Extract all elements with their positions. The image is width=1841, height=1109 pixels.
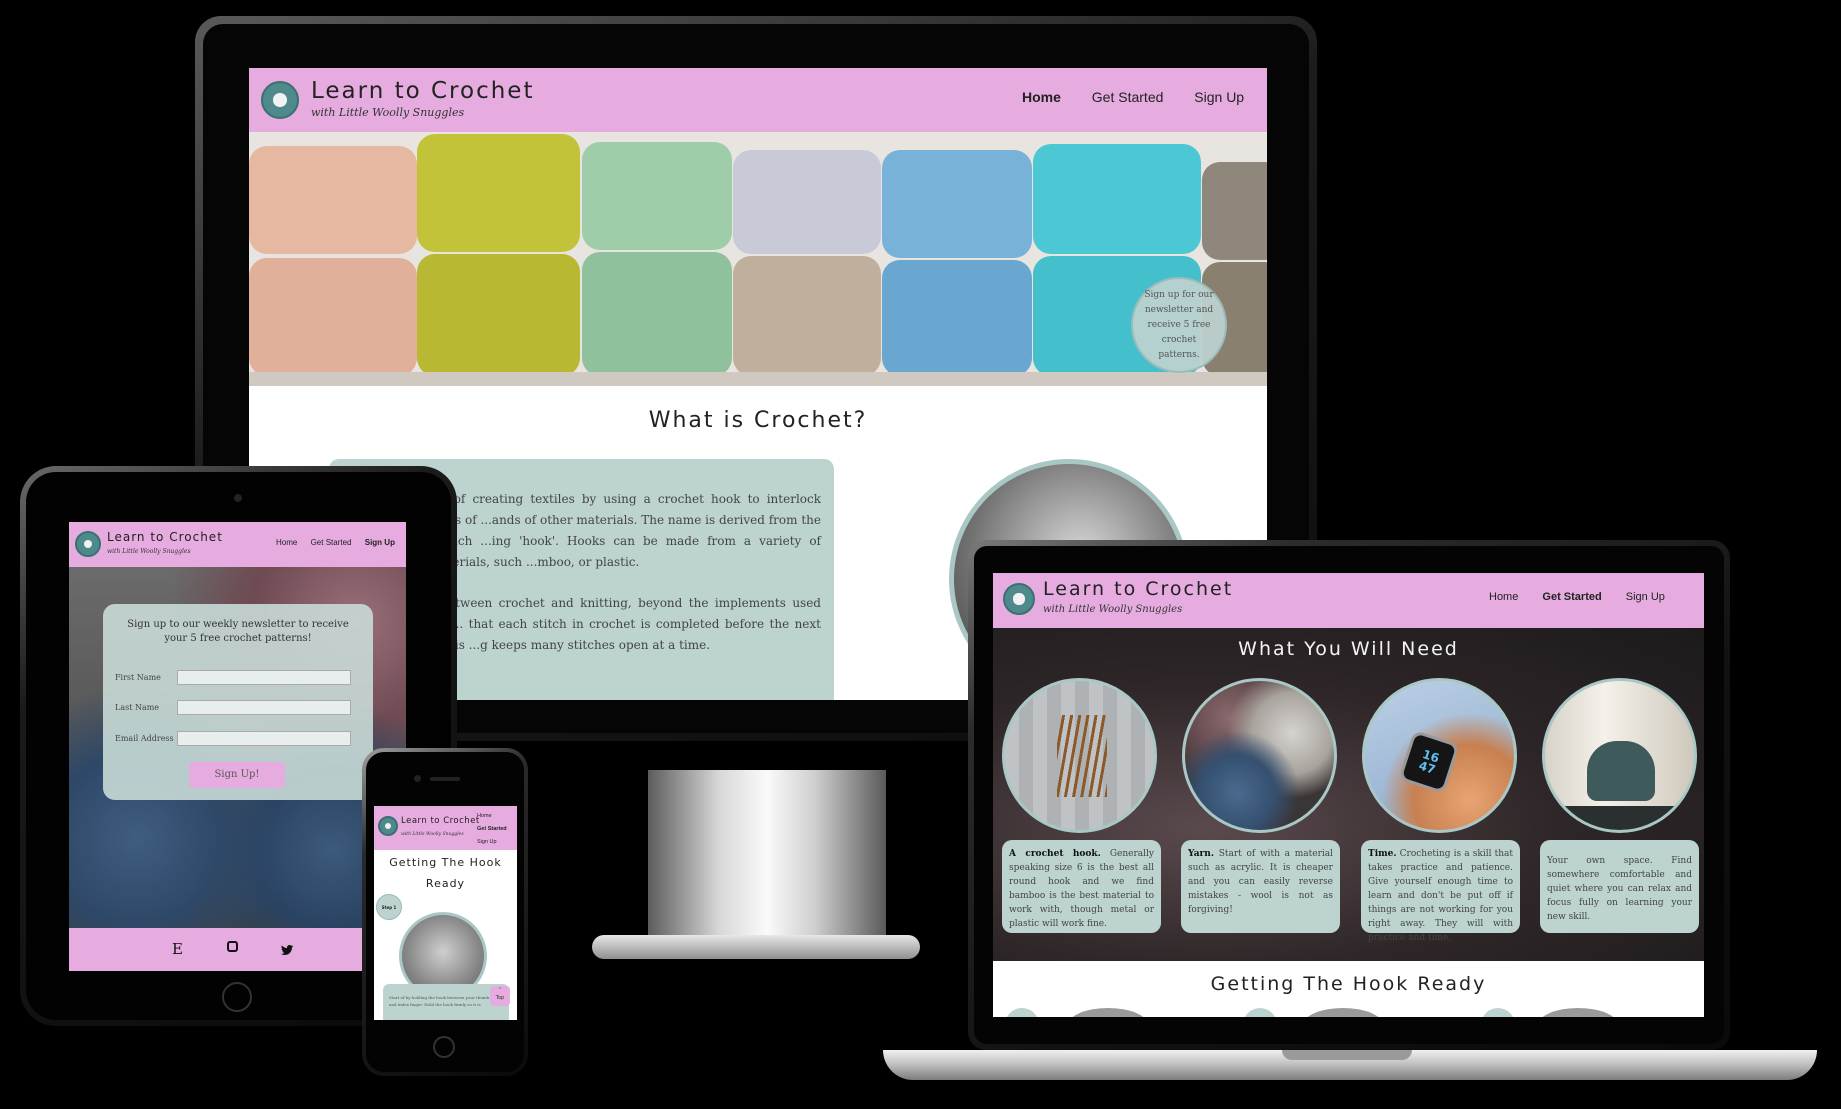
tablet-email-label: Email Address — [115, 734, 174, 743]
tablet-signup-button[interactable]: Sign Up! — [189, 762, 285, 788]
phone-nav-get-started[interactable]: Get Started — [477, 823, 507, 836]
need-card-space-text: Your own space. Find somewhere comfortab… — [1547, 856, 1692, 922]
laptop-needs-section: What You Will Need 16 47 A crochet hook.… — [993, 628, 1704, 961]
phone-screen: Learn to Crochet with Little Woolly Snug… — [374, 806, 517, 1020]
need-card-yarn-bold: Yarn. — [1188, 849, 1214, 859]
laptop-step-image-partial — [1068, 1008, 1148, 1017]
monitor-stand-neck — [648, 770, 886, 950]
phone-home-button[interactable] — [433, 1036, 455, 1058]
brand-subtitle: with Little Woolly Snuggles — [311, 106, 465, 119]
phone-step-label: Step 1 — [381, 904, 397, 910]
tablet-sheep-logo-icon[interactable] — [75, 531, 101, 557]
need-card-time: Time. Crocheting is a skill that takes p… — [1361, 840, 1520, 943]
phone-step-text: Start of by holding the hook between you… — [389, 995, 490, 1007]
phone-step-badge: Step 1 — [376, 894, 402, 920]
nav-home[interactable]: Home — [1022, 89, 1061, 105]
yarn-skeins-image — [1182, 678, 1337, 833]
need-card-hook: A crochet hook. Generally speaking size … — [1002, 840, 1161, 933]
nav-sign-up[interactable]: Sign Up — [1194, 89, 1244, 105]
tablet-header: Learn to Crochet with Little Woolly Snug… — [69, 522, 406, 567]
tablet-brand-subtitle: with Little Woolly Snuggles — [107, 548, 191, 555]
laptop-step-badge-partial-3 — [1481, 1008, 1515, 1017]
laptop-next-section-title: Getting The Hook Ready — [1210, 973, 1487, 995]
chevron-up-icon: ⌃ — [497, 987, 503, 993]
laptop-section-title: What You Will Need — [1238, 638, 1459, 660]
tablet-last-name-label: Last Name — [115, 703, 160, 712]
newsletter-badge-text: Sign up for our newsletter and receive 5… — [1144, 289, 1214, 360]
section-title-what-is-crochet: What is Crochet? — [648, 408, 868, 433]
what-is-crochet-para-1: ...s of creating textiles by using a cro… — [429, 492, 821, 569]
hero-image: Sign up for our newsletter and receive 5… — [249, 132, 1267, 386]
tablet-form-title: Sign up to our weekly newsletter to rece… — [127, 619, 349, 644]
phone-nav-sign-up[interactable]: Sign Up — [477, 836, 507, 849]
twitter-icon[interactable] — [281, 941, 294, 955]
need-card-time-text: Crocheting is a skill that takes practic… — [1368, 849, 1513, 943]
tablet-first-name-label: First Name — [115, 673, 161, 682]
tablet-footer: E — [69, 928, 406, 971]
phone-brand-subtitle: with Little Woolly Snuggles — [401, 832, 464, 837]
tablet-email-input[interactable] — [177, 731, 351, 746]
brand-title[interactable]: Learn to Crochet — [311, 78, 534, 104]
tablet-nav-home[interactable]: Home — [276, 538, 297, 547]
laptop-sheep-logo-icon[interactable] — [1003, 583, 1035, 615]
phone-brand-title[interactable]: Learn to Crochet — [401, 816, 480, 826]
laptop-nav-sign-up[interactable]: Sign Up — [1626, 591, 1665, 603]
tablet-nav-sign-up[interactable]: Sign Up — [365, 538, 395, 547]
laptop-nav: Home Get Started Sign Up — [1489, 591, 1665, 603]
tablet-signup-form: Sign up to our weekly newsletter to rece… — [103, 604, 373, 800]
need-card-hook-text: Generally speaking size 6 is the best al… — [1009, 849, 1154, 929]
laptop-notch — [1282, 1050, 1412, 1060]
tablet-first-name-input[interactable] — [177, 670, 351, 685]
tablet-camera — [234, 494, 242, 502]
monitor-stand-base — [592, 935, 920, 959]
laptop-header: Learn to Crochet with Little Woolly Snug… — [993, 573, 1704, 628]
phone-top-label: Top — [495, 995, 505, 1001]
laptop-nav-get-started[interactable]: Get Started — [1542, 591, 1601, 603]
laptop-step-image-partial-2 — [1303, 1008, 1383, 1017]
phone-header: Learn to Crochet with Little Woolly Snug… — [374, 806, 517, 850]
laptop-brand-title[interactable]: Learn to Crochet — [1043, 578, 1233, 600]
nav-get-started[interactable]: Get Started — [1092, 89, 1164, 105]
laptop-screen: Learn to Crochet with Little Woolly Snug… — [993, 573, 1704, 1017]
site-header: Learn to Crochet with Little Woolly Snug… — [249, 68, 1267, 132]
phone-speaker — [430, 777, 460, 781]
crochet-hooks-image — [1002, 678, 1157, 833]
sheep-logo-icon[interactable] — [261, 81, 299, 119]
watch-face: 16 47 — [1398, 729, 1460, 795]
laptop-step-badge-partial-2 — [1243, 1008, 1277, 1017]
need-card-yarn: Yarn. Start of with a material such as a… — [1181, 840, 1340, 933]
need-card-hook-bold: A crochet hook. — [1009, 849, 1101, 859]
tablet-nav-get-started[interactable]: Get Started — [311, 538, 352, 547]
phone-section-title: Getting The Hook Ready — [389, 856, 502, 890]
need-card-time-bold: Time. — [1368, 849, 1397, 859]
tablet-brand-title[interactable]: Learn to Crochet — [107, 530, 223, 544]
tablet-last-name-input[interactable] — [177, 700, 351, 715]
tablet-screen: Learn to Crochet with Little Woolly Snug… — [69, 522, 406, 971]
armchair-room-image — [1542, 678, 1697, 833]
nav-bar: Home Get Started Sign Up — [1022, 89, 1244, 105]
phone-sheep-logo-icon[interactable] — [378, 816, 398, 836]
laptop-step-image-partial-3 — [1538, 1008, 1618, 1017]
phone-nav: Home Get Started Sign Up — [477, 810, 507, 849]
laptop-nav-home[interactable]: Home — [1489, 591, 1518, 603]
laptop-step-badge-partial — [1005, 1008, 1039, 1017]
need-card-space: Your own space. Find somewhere comfortab… — [1540, 840, 1699, 933]
what-is-crochet-para-2: ...between crochet and knitting, beyond … — [429, 596, 821, 652]
smartwatch-image: 16 47 — [1362, 678, 1517, 833]
tablet-home-button[interactable] — [222, 982, 252, 1012]
laptop-brand-subtitle: with Little Woolly Snuggles — [1043, 604, 1183, 615]
phone-top-button[interactable]: ⌃ Top — [490, 986, 510, 1006]
instagram-icon[interactable] — [227, 941, 238, 952]
watch-time: 16 47 — [1417, 747, 1441, 777]
phone-nav-home[interactable]: Home — [477, 810, 507, 823]
newsletter-badge[interactable]: Sign up for our newsletter and receive 5… — [1131, 277, 1227, 373]
phone-camera — [414, 775, 421, 782]
etsy-icon[interactable]: E — [172, 940, 183, 958]
tablet-nav: Home Get Started Sign Up — [276, 538, 395, 547]
